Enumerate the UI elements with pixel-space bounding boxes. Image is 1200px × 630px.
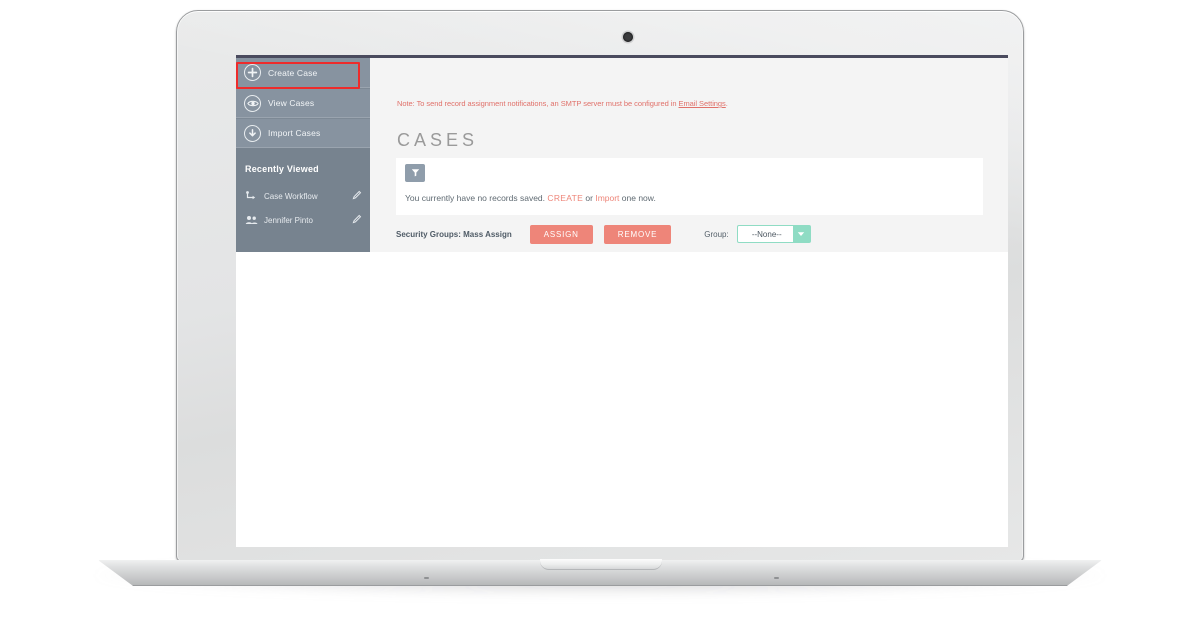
sidebar-item-view-cases[interactable]: View Cases [236, 88, 370, 118]
email-settings-link[interactable]: Email Settings [679, 99, 726, 108]
empty-message-middle: or [583, 193, 596, 203]
sidebar-item-import-cases[interactable]: Import Cases [236, 118, 370, 148]
pencil-icon[interactable] [352, 211, 362, 229]
workflow-icon [245, 190, 258, 202]
main-content: Note: To send record assignment notifica… [370, 58, 1008, 252]
sidebar-item-label: Import Cases [268, 128, 321, 138]
empty-message-suffix: one now. [619, 193, 656, 203]
laptop-base-foot-left [424, 577, 429, 579]
records-panel: You currently have no records saved. CRE… [396, 158, 983, 215]
sidebar: Create Case View Cases Import Cases Rece… [236, 58, 370, 252]
laptop-base-foot-right [774, 577, 779, 579]
filter-button[interactable] [405, 164, 425, 182]
sidebar-item-label: Create Case [268, 67, 318, 78]
laptop-base-notch [540, 559, 662, 570]
recently-viewed-header: Recently Viewed [245, 164, 319, 174]
group-select[interactable]: --None-- [736, 225, 811, 243]
mass-assign-label: Security Groups: Mass Assign [396, 229, 512, 239]
chevron-down-icon[interactable] [792, 226, 810, 242]
smtp-notice: Note: To send record assignment notifica… [397, 99, 728, 108]
empty-records-message: You currently have no records saved. CRE… [405, 193, 656, 203]
empty-message-prefix: You currently have no records saved. [405, 193, 548, 203]
mass-assign-row: Security Groups: Mass Assign ASSIGN REMO… [396, 220, 983, 248]
plus-circle-icon [244, 64, 261, 81]
create-record-link[interactable]: CREATE [547, 193, 583, 203]
remove-button[interactable]: REMOVE [603, 224, 672, 244]
download-circle-icon [244, 124, 261, 142]
funnel-icon [411, 164, 420, 182]
pencil-icon[interactable] [352, 187, 362, 205]
recently-viewed-item-label: Jennifer Pinto [264, 215, 313, 225]
group-label: Group: [704, 229, 729, 239]
import-record-link[interactable]: Import [595, 193, 619, 203]
smtp-notice-prefix: Note: To send record assignment notifica… [397, 99, 679, 108]
screenshot-stage: Create Case View Cases Import Cases Rece… [0, 0, 1200, 630]
eye-circle-icon [244, 94, 261, 112]
smtp-notice-suffix: . [725, 99, 728, 108]
page-title: CASES [397, 130, 479, 150]
laptop-screen: Create Case View Cases Import Cases Rece… [236, 55, 1008, 547]
webcam-icon [623, 32, 633, 42]
sidebar-item-create-case[interactable]: Create Case [236, 58, 370, 89]
recently-viewed-item-jennifer-pinto[interactable]: Jennifer Pinto [236, 208, 370, 232]
recently-viewed-item-case-workflow[interactable]: Case Workflow [236, 184, 370, 208]
sidebar-item-label: View Cases [268, 98, 315, 108]
assign-button[interactable]: ASSIGN [529, 224, 593, 244]
users-icon [245, 215, 258, 225]
recently-viewed-item-label: Case Workflow [264, 191, 318, 201]
